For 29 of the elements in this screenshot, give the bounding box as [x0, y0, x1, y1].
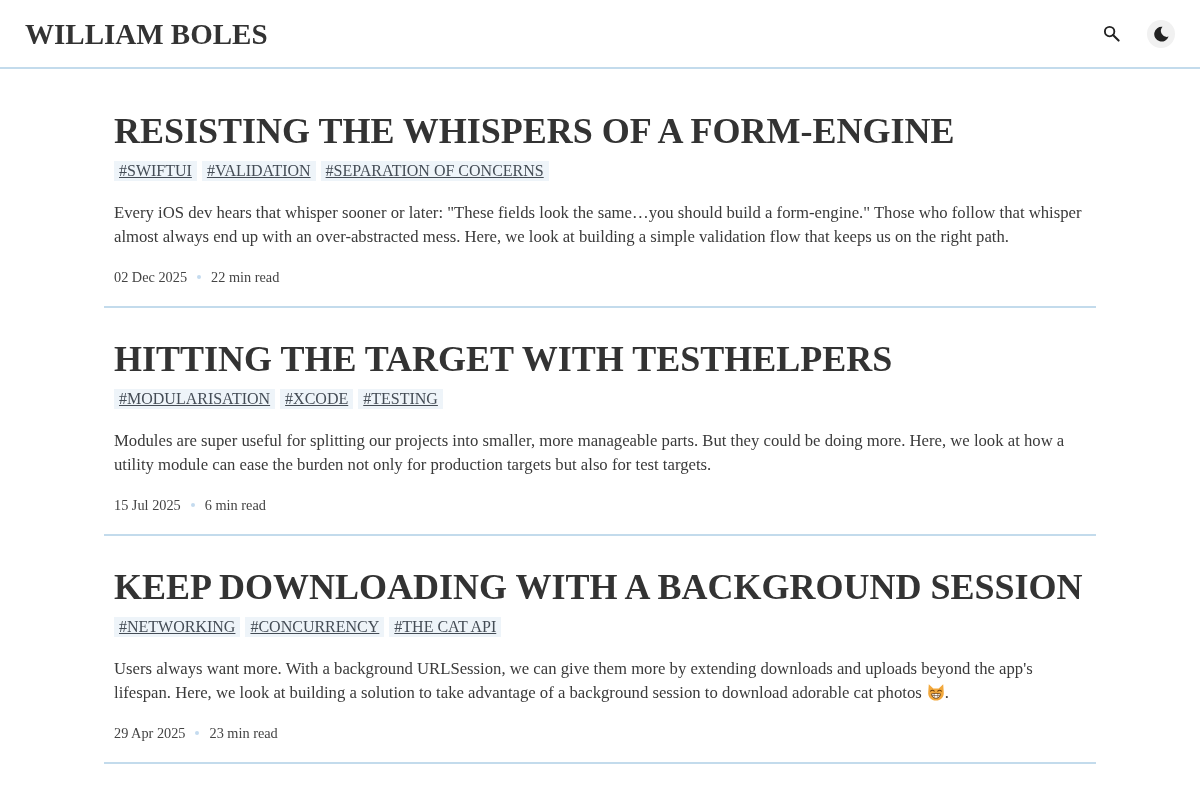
- site-title[interactable]: WILLIAM BOLES: [25, 15, 268, 52]
- tag-link[interactable]: #THE CAT API: [389, 617, 502, 637]
- post-date: 15 Jul 2025: [114, 496, 181, 515]
- post-title[interactable]: KEEP DOWNLOADING WITH A BACKGROUND SESSION: [114, 564, 1083, 610]
- tag-link[interactable]: #SEPARATION OF CONCERNS: [320, 161, 549, 181]
- separator-dot-icon: [195, 731, 200, 735]
- grinning-cat-face-icon: [926, 683, 945, 701]
- search-icon: [1102, 25, 1120, 42]
- theme-toggle-button[interactable]: [1147, 19, 1175, 48]
- post-description: Every iOS dev hears that whisper sooner or later: "These fields look the same…you should build a form-engine." Those who follow that whisper almost always end up with an over-abstracted mess. Here, we look at building a simple validation flow that keeps us on the right path.: [114, 202, 1083, 248]
- tag-link[interactable]: #SWIFTUI: [114, 161, 197, 181]
- post-date: 29 Apr 2025: [114, 724, 186, 743]
- moon-icon: [1153, 25, 1169, 42]
- tag-link[interactable]: #CONCURRENCY: [245, 617, 385, 637]
- separator-dot-icon: [197, 275, 202, 279]
- tag-link[interactable]: #MODULARISATION: [114, 389, 276, 409]
- post-description: Modules are super useful for splitting our projects into smaller, more manageable parts. But they could be doing more. Here, we look at how a utility module can ease the burden not only for production targets but also for test targets.: [114, 430, 1066, 476]
- post-title[interactable]: HITTING THE TARGET WITH TESTHELPERS: [114, 336, 893, 382]
- post-title[interactable]: RESISTING THE WHISPERS OF A FORM-ENGINE: [114, 108, 955, 154]
- post-description: Users always want more. With a background URLSession, we can give them more by extending downloads and uploads beyond the app's lifespan. Here, we look at building a solution to take advantage of a background session to download adorable cat photos .: [114, 658, 1034, 704]
- read-time: 6 min read: [204, 496, 266, 515]
- tag-link[interactable]: #VALIDATION: [201, 161, 316, 181]
- read-time: 23 min read: [209, 724, 278, 743]
- tag-link[interactable]: #TESTING: [358, 389, 443, 409]
- tag-link[interactable]: #NETWORKING: [114, 617, 241, 637]
- separator-dot-icon: [190, 503, 195, 507]
- tag-link[interactable]: #XCODE: [280, 389, 354, 409]
- post-date: 02 Dec 2025: [114, 268, 188, 287]
- read-time: 22 min read: [211, 268, 280, 287]
